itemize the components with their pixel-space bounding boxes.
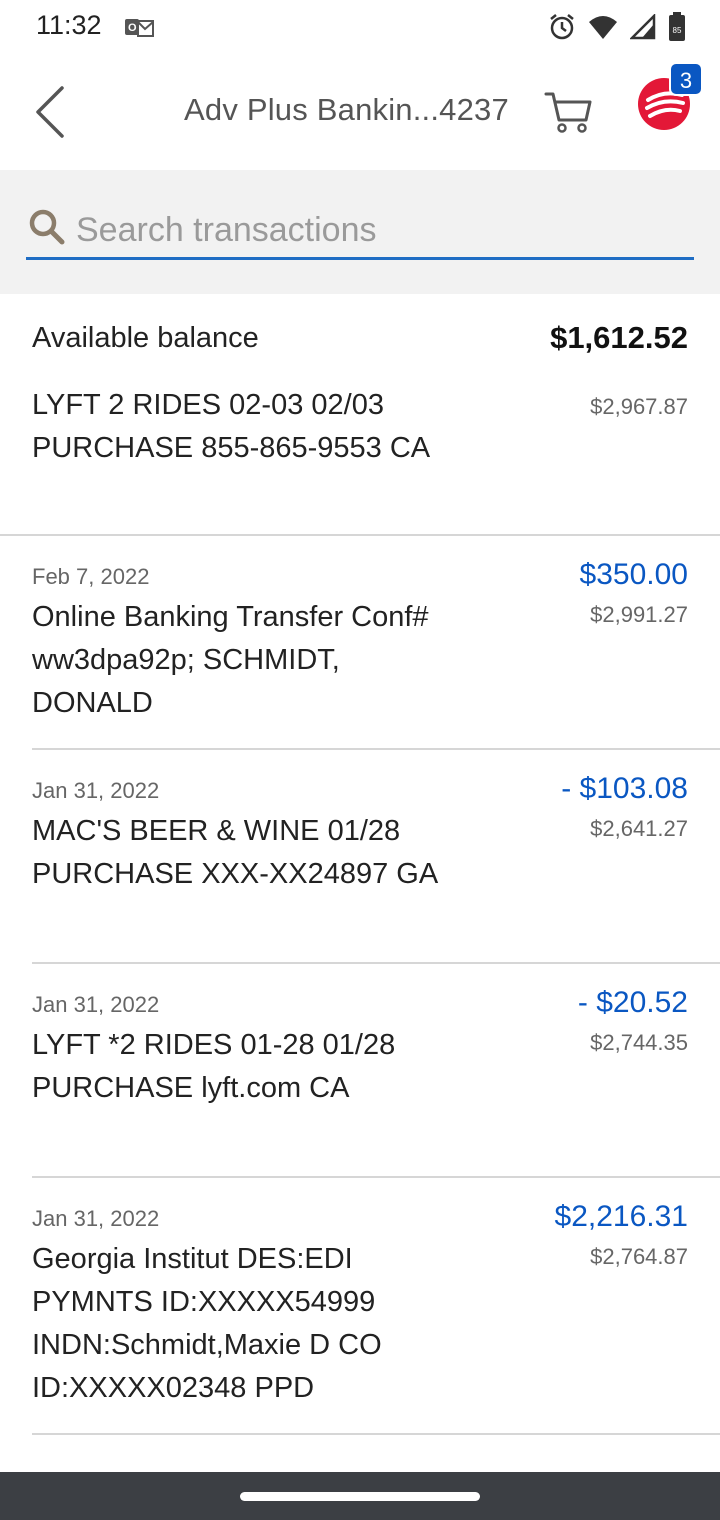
status-bar: 11:32 O 85 xyxy=(0,0,720,56)
transaction-row[interactable]: Jan 31, 2022 LYFT *2 RIDES 01-28 01/28 P… xyxy=(0,964,720,1176)
bank-menu-button[interactable]: 3 xyxy=(634,62,706,146)
available-balance-value: $1,612.52 xyxy=(550,320,688,355)
svg-text:O: O xyxy=(128,22,137,34)
transaction-running-balance: $2,991.27 xyxy=(590,602,688,627)
battery-icon: 85 xyxy=(669,12,685,41)
cellular-signal-icon xyxy=(630,14,656,40)
transaction-running-balance: $2,764.87 xyxy=(590,1244,688,1269)
transaction-date: Jan 31, 2022 xyxy=(32,992,160,1017)
transaction-date: Jan 31, 2022 xyxy=(32,1206,160,1231)
transaction-row[interactable]: Jan 31, 2022 MAC'S BEER & WINE 01/28 PUR… xyxy=(0,750,720,962)
available-balance-label: Available balance xyxy=(32,322,259,354)
transaction-running-balance: $2,744.35 xyxy=(590,1030,688,1055)
battery-level-text: 85 xyxy=(673,26,682,35)
search-icon xyxy=(29,209,65,245)
transaction-amount: - $103.08 xyxy=(561,772,688,805)
search-area xyxy=(0,170,720,294)
app-bar: Adv Plus Bankin...4237 3 xyxy=(0,56,720,170)
search-box[interactable] xyxy=(26,206,694,260)
system-navigation-bar xyxy=(0,1472,720,1520)
home-gesture-handle[interactable] xyxy=(240,1492,480,1501)
pending-transaction-description: LYFT 2 RIDES 02-03 02/03 PURCHASE 855-86… xyxy=(32,389,431,464)
transaction-running-balance: $2,641.27 xyxy=(590,816,688,841)
transaction-row[interactable]: Feb 7, 2022 Online Banking Transfer Conf… xyxy=(0,536,720,748)
account-title: Adv Plus Bankin...4237 xyxy=(184,92,509,127)
pending-transaction-balance: $2,967.87 xyxy=(590,394,688,419)
transaction-date: Jan 31, 2022 xyxy=(32,778,160,803)
available-balance-row: Available balance $1,612.52 xyxy=(32,320,688,362)
back-button[interactable] xyxy=(30,84,70,140)
transaction-description: Online Banking Transfer Conf# ww3dpa92p;… xyxy=(32,601,429,719)
pending-transaction[interactable]: LYFT 2 RIDES 02-03 02/03 PURCHASE 855-86… xyxy=(0,384,720,536)
status-icons: 85 xyxy=(548,12,686,42)
search-input[interactable] xyxy=(76,206,676,254)
cart-icon[interactable] xyxy=(544,90,592,134)
outlook-notification-icon: O xyxy=(125,19,154,37)
transaction-date: Feb 7, 2022 xyxy=(32,564,150,589)
transaction-description: LYFT *2 RIDES 01-28 01/28 PURCHASE lyft.… xyxy=(32,1029,396,1104)
transaction-amount: $350.00 xyxy=(579,558,688,591)
notification-badge: 3 xyxy=(669,62,703,96)
divider xyxy=(32,1433,720,1435)
alarm-icon xyxy=(550,14,574,40)
transaction-amount: $2,216.31 xyxy=(554,1200,688,1233)
wifi-icon xyxy=(589,16,617,39)
transaction-amount: - $20.52 xyxy=(577,986,688,1019)
status-time: 11:32 xyxy=(36,10,102,40)
transaction-row[interactable]: Jan 31, 2022 Georgia Institut DES:EDI PY… xyxy=(0,1178,720,1433)
transaction-description: Georgia Institut DES:EDI PYMNTS ID:XXXXX… xyxy=(32,1243,382,1404)
transaction-description: MAC'S BEER & WINE 01/28 PURCHASE XXX-XX2… xyxy=(32,815,439,890)
